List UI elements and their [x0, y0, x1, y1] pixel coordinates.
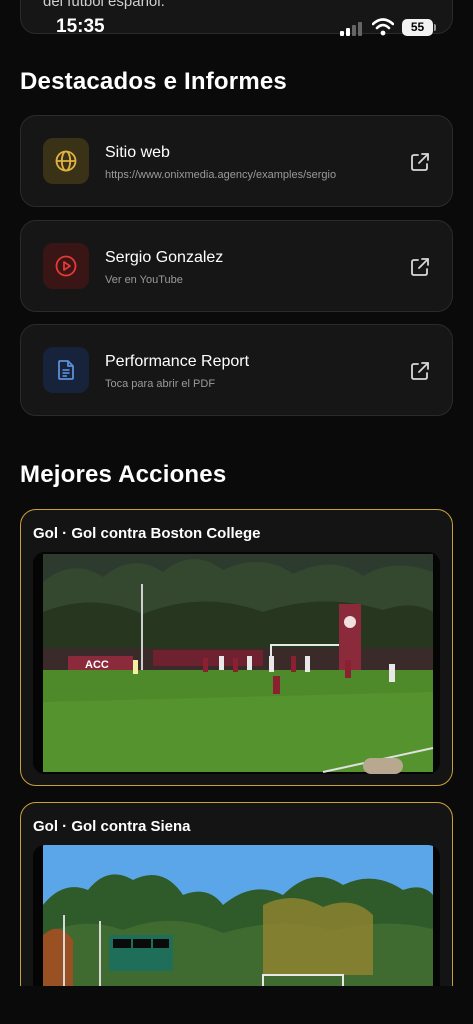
youtube-subtitle: Ver en YouTube — [105, 274, 183, 286]
youtube-link-card[interactable]: Sergio Gonzalez Ver en YouTube — [20, 220, 453, 312]
website-link-card[interactable]: Sitio web https://www.onixmedia.agency/e… — [20, 115, 453, 207]
external-link-icon[interactable] — [409, 360, 431, 382]
best-actions-title: Mejores Acciones — [20, 461, 227, 488]
external-link-icon[interactable] — [409, 256, 431, 278]
bottom-safe-area — [0, 986, 473, 1024]
document-icon-box — [43, 347, 89, 393]
document-icon — [58, 360, 74, 380]
globe-icon — [55, 150, 77, 172]
external-link-icon[interactable] — [409, 151, 431, 173]
youtube-title: Sergio Gonzalez — [105, 249, 224, 266]
video-player[interactable] — [33, 845, 440, 1001]
globe-icon-box — [43, 138, 89, 184]
website-url: https://www.onixmedia.agency/examples/se… — [105, 169, 337, 181]
wifi-icon — [372, 18, 394, 36]
battery-indicator: 55 — [402, 19, 433, 36]
report-title: Performance Report — [105, 353, 250, 370]
performance-report-card[interactable]: Performance Report Toca para abrir el PD… — [20, 324, 453, 416]
report-subtitle: Toca para abrir el PDF — [105, 378, 216, 390]
highlights-title: Destacados e Informes — [20, 68, 287, 95]
action-title: Gol · Gol contra Siena — [33, 818, 191, 835]
action-card[interactable]: Gol · Gol contra Boston College ACC — [20, 509, 453, 786]
video-thumbnail: ACC — [33, 552, 440, 774]
play-circle-icon — [55, 255, 77, 277]
svg-text:ACC: ACC — [85, 659, 109, 671]
action-card[interactable]: Gol · Gol contra Siena — [20, 802, 453, 1002]
status-bar: 15:35 55 — [0, 0, 473, 48]
website-title: Sitio web — [105, 144, 170, 161]
battery-tip — [434, 24, 436, 31]
status-time: 15:35 — [56, 16, 105, 37]
play-icon-box — [43, 243, 89, 289]
signal-icon — [340, 20, 364, 36]
video-thumbnail — [33, 845, 440, 1001]
video-player[interactable]: ACC — [33, 552, 440, 774]
action-title: Gol · Gol contra Boston College — [33, 525, 261, 542]
